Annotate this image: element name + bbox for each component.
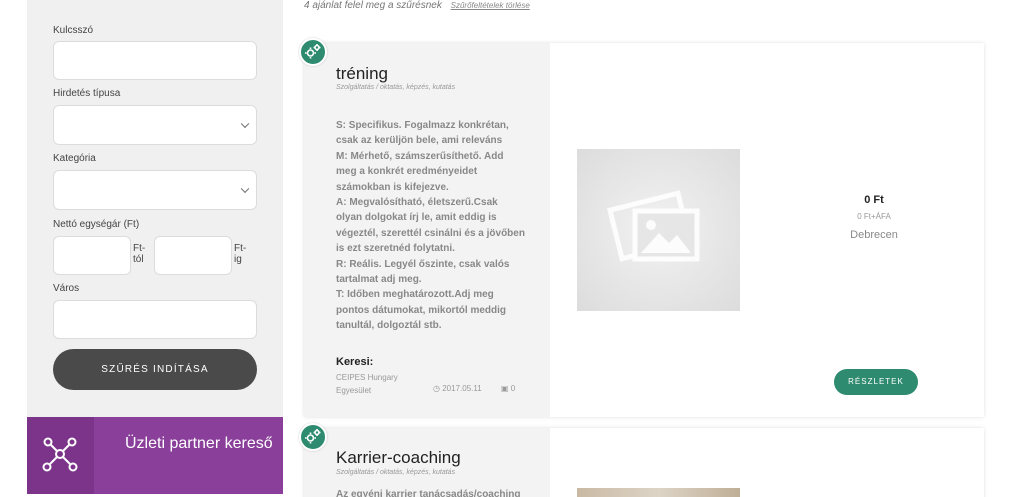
- offer-price: 0 Ft: [864, 194, 884, 206]
- offer-city: Debrecen: [850, 229, 898, 241]
- offer-date-value: 2017.05.11: [442, 384, 482, 393]
- image-placeholder-icon: [606, 190, 700, 262]
- ad-type-select[interactable]: [53, 105, 257, 145]
- net-price-label: Nettó egységár (Ft): [53, 219, 140, 230]
- offer-title[interactable]: Karrier-coaching: [336, 448, 461, 468]
- clock-icon: ◷: [433, 384, 440, 393]
- searcher-label: Keresi:: [336, 356, 374, 368]
- category-select[interactable]: [53, 170, 257, 210]
- image-icon: ▣: [501, 384, 509, 393]
- results-count-text: 4 ajánlat felel meg a szűrésnek: [304, 0, 442, 11]
- offer-date: ◷ 2017.05.11: [433, 384, 482, 393]
- city-label: Város: [53, 283, 80, 294]
- chevron-down-icon: [240, 119, 250, 129]
- price-from-input[interactable]: [53, 236, 131, 275]
- filter-submit-button[interactable]: SZŰRÉS INDÍTÁSA: [53, 349, 257, 390]
- description-line: M: Mérhető, számszerűsíthető. Add meg a …: [336, 150, 504, 193]
- category-label: Kategória: [53, 153, 96, 164]
- offer-image-placeholder[interactable]: [577, 149, 740, 311]
- offer-title[interactable]: tréning: [336, 64, 388, 84]
- description-line: A: Megvalósítható, életszerű.Csak olyan …: [336, 197, 525, 255]
- keyword-input[interactable]: [53, 41, 257, 80]
- offer-category: Szolgáltatás / oktatás, képzés, kutatás: [336, 84, 456, 91]
- description-line: R: Reális. Legyél őszinte, csak valós ta…: [336, 258, 510, 286]
- offer-description: S: Specifikus. Fogalmazz konkrétan, csak…: [336, 118, 526, 334]
- image-count: ▣ 0: [501, 384, 515, 393]
- price-to-unit: Ft- ig: [234, 243, 247, 265]
- searcher-org-link[interactable]: CEIPES Hungary Egyesület: [336, 371, 426, 397]
- filter-sidebar: Kulcsszó Hirdetés típusa Kategória Nettó…: [27, 0, 283, 417]
- offer-card: tréning Szolgáltatás / oktatás, képzés, …: [304, 43, 984, 417]
- offer-image[interactable]: [577, 488, 740, 497]
- results-summary: 4 ajánlat felel meg a szűrésnek Szűrőfel…: [304, 0, 530, 11]
- gears-icon: [299, 423, 327, 451]
- ad-type-label: Hirdetés típusa: [53, 88, 121, 99]
- network-icon: [27, 417, 94, 494]
- gears-icon: [299, 38, 327, 66]
- offer-price-block: 0 Ft 0 Ft+ÁFA Debrecen: [824, 194, 924, 241]
- price-to-input[interactable]: [154, 236, 232, 275]
- price-from-unit: Ft- tól: [133, 243, 146, 265]
- offer-category: Szolgáltatás / oktatás, képzés, kutatás: [336, 469, 456, 476]
- offer-price-vat: 0 Ft+ÁFA: [857, 212, 891, 221]
- business-partner-finder[interactable]: Üzleti partner kereső: [27, 417, 283, 494]
- keyword-label: Kulcsszó: [53, 25, 94, 36]
- offer-card-info: Karrier-coaching Szolgáltatás / oktatás,…: [304, 428, 550, 497]
- offer-description: Az egyéni karrier tanácsadás/coaching 6: [336, 489, 521, 497]
- image-count-value: 0: [510, 384, 516, 393]
- clear-filters-link[interactable]: Szűrőfeltételek törlése: [451, 1, 530, 10]
- city-input[interactable]: [53, 300, 257, 339]
- description-line: T: Időben meghatározott.Adj meg pontos d…: [336, 289, 507, 332]
- details-button[interactable]: RÉSZLETEK: [834, 369, 918, 395]
- description-line: S: Specifikus. Fogalmazz konkrétan, csak…: [336, 120, 509, 147]
- business-partner-label: Üzleti partner kereső: [125, 435, 273, 452]
- offer-card-info: tréning Szolgáltatás / oktatás, képzés, …: [304, 43, 550, 417]
- offer-card: Karrier-coaching Szolgáltatás / oktatás,…: [304, 428, 984, 497]
- chevron-down-icon: [240, 184, 250, 194]
